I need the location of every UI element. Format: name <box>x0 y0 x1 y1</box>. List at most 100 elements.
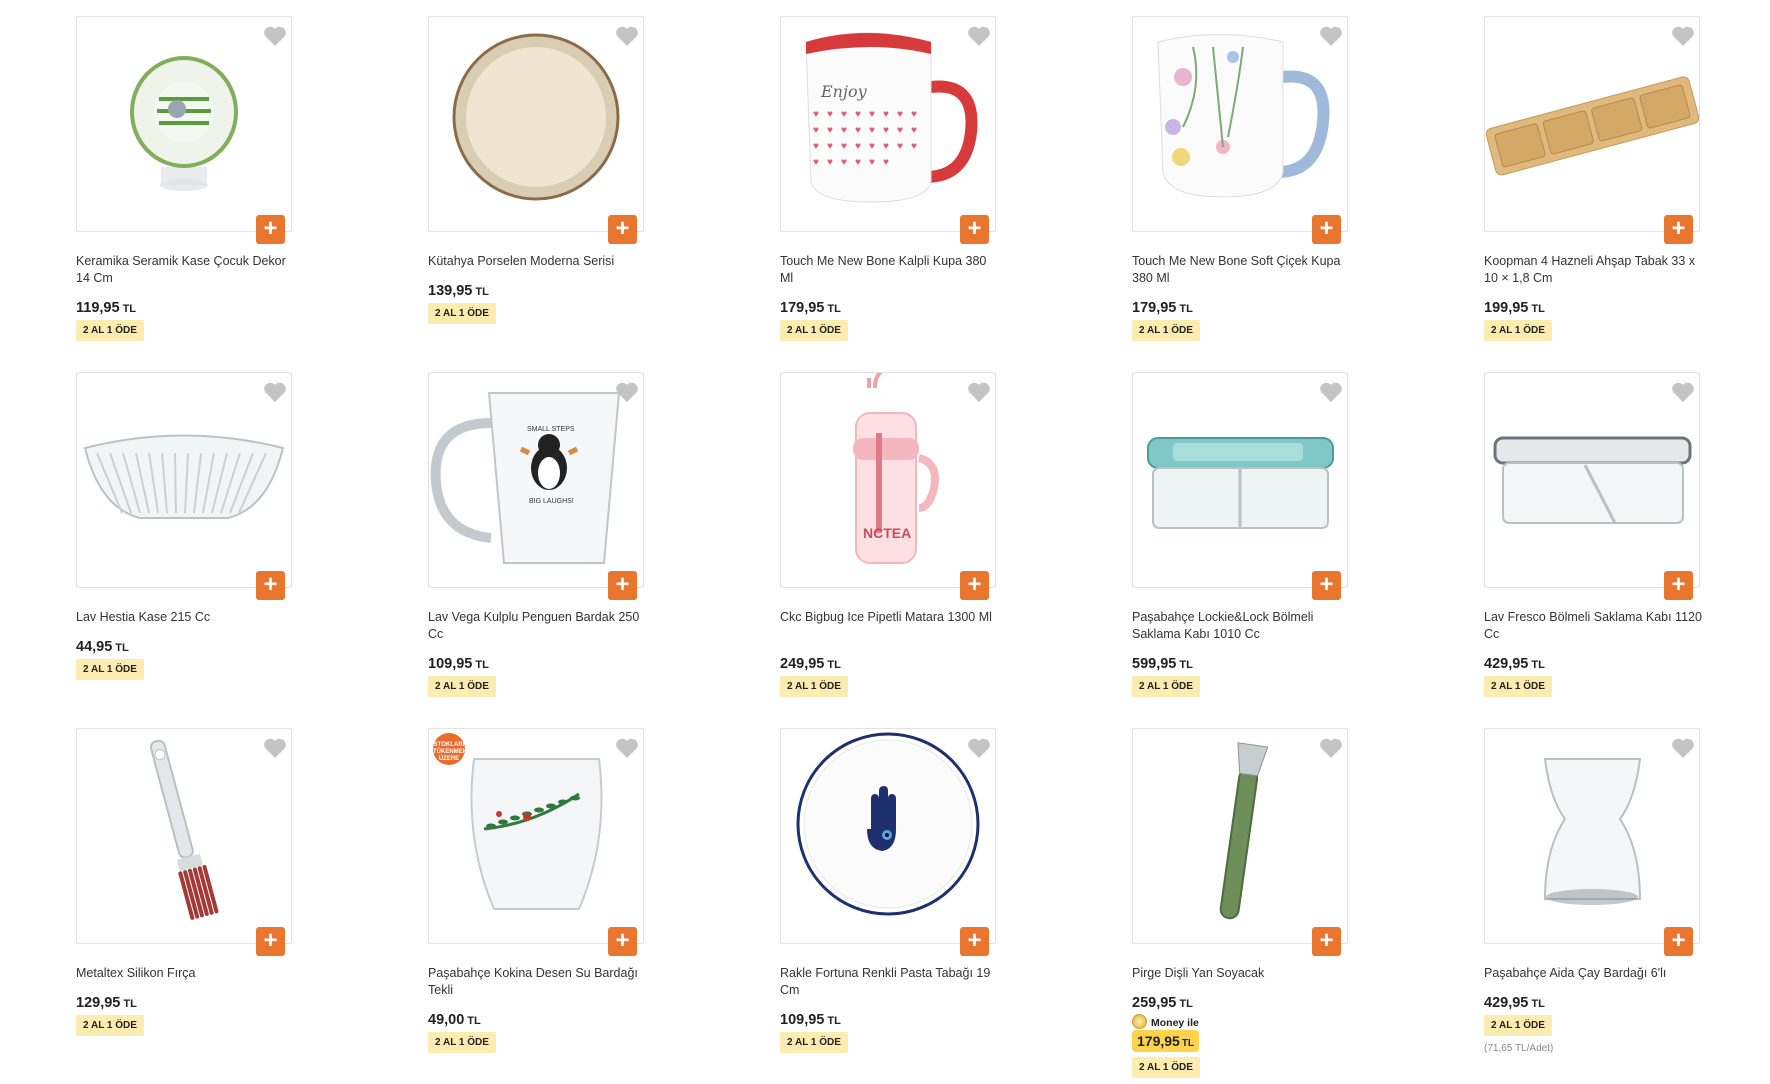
svg-text:♥: ♥ <box>827 157 833 168</box>
tea-glass-icon <box>1543 758 1642 905</box>
product-image[interactable] <box>1484 372 1700 588</box>
product-price: 109,95 TL <box>780 1012 841 1028</box>
add-to-cart-button[interactable]: + <box>256 571 285 600</box>
add-to-cart-button[interactable]: + <box>1664 571 1693 600</box>
campaign-badge: 2 AL 1 ÖDE <box>428 303 496 324</box>
campaign-badge: 2 AL 1 ÖDE <box>1484 320 1552 341</box>
svg-text:♥: ♥ <box>855 109 861 120</box>
add-to-cart-button[interactable]: + <box>608 215 637 244</box>
campaign-badge: 2 AL 1 ÖDE <box>1132 320 1200 341</box>
product-name[interactable]: Touch Me New Bone Soft Çiçek Kupa 380 Ml <box>1132 253 1352 287</box>
plate-icon <box>796 732 980 916</box>
product-price: 179,95 TL <box>1132 300 1193 316</box>
svg-text:BIG LAUGHS!: BIG LAUGHS! <box>529 498 574 505</box>
add-to-cart-button[interactable]: + <box>608 571 637 600</box>
add-to-cart-button[interactable]: + <box>1664 927 1693 956</box>
add-to-cart-button[interactable]: + <box>960 215 989 244</box>
product-name[interactable]: Keramika Seramik Kase Çocuk Dekor 14 Cm <box>76 253 296 287</box>
add-to-cart-button[interactable]: + <box>256 927 285 956</box>
svg-text:♥: ♥ <box>855 125 861 136</box>
svg-text:♥: ♥ <box>813 141 819 152</box>
svg-text:Enjoy: Enjoy <box>820 82 868 101</box>
svg-text:♥: ♥ <box>855 157 861 168</box>
product-image[interactable]: STOKLARI TÜKENMEK ÜZERE <box>428 728 644 944</box>
svg-text:♥: ♥ <box>897 125 903 136</box>
svg-text:♥: ♥ <box>911 141 917 152</box>
unit-price: (71,65 TL/Adet) <box>1484 1043 1554 1054</box>
water-glass-icon <box>470 758 603 910</box>
product-name[interactable]: Lav Hestia Kase 215 Cc <box>76 609 296 626</box>
mug-icon <box>1157 34 1330 198</box>
svg-text:♥: ♥ <box>911 109 917 120</box>
peeler-icon <box>1219 742 1269 920</box>
product-name[interactable]: Lav Vega Kulplu Penguen Bardak 250 Cc <box>428 609 648 643</box>
svg-text:♥: ♥ <box>883 157 889 168</box>
product-name[interactable]: Paşabahçe Kokina Desen Su Bardağı Tekli <box>428 965 648 999</box>
product-name[interactable]: Koopman 4 Hazneli Ahşap Tabak 33 x 10 × … <box>1484 253 1704 287</box>
product-image[interactable] <box>76 728 292 944</box>
product-price: 179,95 TL <box>780 300 841 316</box>
product-image[interactable] <box>1484 16 1700 232</box>
plate-icon <box>452 33 620 201</box>
svg-text:♥: ♥ <box>869 109 875 120</box>
product-name[interactable]: Metaltex Silikon Fırça <box>76 965 296 982</box>
glass-bowl-icon <box>83 434 285 519</box>
campaign-badge: 2 AL 1 ÖDE <box>780 320 848 341</box>
product-price: 429,95 TL <box>1484 656 1545 672</box>
product-image[interactable] <box>1484 728 1700 944</box>
product-name[interactable]: Lav Fresco Bölmeli Saklama Kabı 1120 Cc <box>1484 609 1704 643</box>
product-price: 199,95 TL <box>1484 300 1545 316</box>
product-image[interactable] <box>1132 728 1348 944</box>
product-image[interactable]: Enjoy ♥ ♥ ♥ ♥ ♥ ♥ ♥ ♥ ♥ ♥ ♥ ♥ ♥ ♥ ♥ ♥ ♥ ♥ ♥ ♥ ♥ ♥ ♥ ♥ ♥ ♥ ♥ ♥ ♥ ♥ <box>780 16 996 232</box>
campaign-badge: 2 AL 1 ÖDE <box>780 1032 848 1053</box>
svg-text:♥: ♥ <box>813 109 819 120</box>
product-name[interactable]: Touch Me New Bone Kalpli Kupa 380 Ml <box>780 253 1000 287</box>
campaign-badge: 2 AL 1 ÖDE <box>1484 676 1552 697</box>
product-image[interactable]: SMALL STEPS BIG LAUGHS! <box>428 372 644 588</box>
product-image[interactable] <box>76 372 292 588</box>
product-image[interactable]: NCTEA <box>780 372 996 588</box>
add-to-cart-button[interactable]: + <box>1312 215 1341 244</box>
product-image[interactable] <box>76 16 292 232</box>
campaign-badge: 2 AL 1 ÖDE <box>780 676 848 697</box>
campaign-badge: 2 AL 1 ÖDE <box>1484 1015 1552 1036</box>
campaign-badge: 2 AL 1 ÖDE <box>76 320 144 341</box>
glass-mug-icon: SMALL STEPS BIG LAUGHS! <box>430 392 621 564</box>
product-name[interactable]: Kütahya Porselen Moderna Serisi <box>428 253 648 270</box>
svg-text:♥: ♥ <box>883 109 889 120</box>
svg-text:♥: ♥ <box>841 141 847 152</box>
svg-text:♥: ♥ <box>813 125 819 136</box>
product-name[interactable]: Ckc Bigbug Ice Pipetli Matara 1300 Ml <box>780 609 1000 626</box>
campaign-badge: 2 AL 1 ÖDE <box>1132 1057 1200 1078</box>
svg-text:♥: ♥ <box>841 109 847 120</box>
coin-icon <box>1132 1014 1147 1029</box>
svg-text:♥: ♥ <box>841 125 847 136</box>
container-icon <box>1147 437 1334 529</box>
product-price: 139,95 TL <box>428 283 489 299</box>
svg-text:♥: ♥ <box>897 109 903 120</box>
product-name[interactable]: Paşabahçe Aida Çay Bardağı 6'lı <box>1484 965 1704 982</box>
product-image[interactable] <box>1132 372 1348 588</box>
product-image[interactable] <box>428 16 644 232</box>
product-name[interactable]: Pirge Dişli Yan Soyacak <box>1132 965 1352 982</box>
mug-icon: Enjoy ♥ ♥ ♥ ♥ ♥ ♥ ♥ ♥ ♥ ♥ ♥ ♥ ♥ ♥ ♥ ♥ ♥ ♥ ♥ ♥ ♥ ♥ ♥ ♥ ♥ ♥ ♥ ♥ ♥ ♥ <box>805 32 978 203</box>
svg-text:♥: ♥ <box>827 109 833 120</box>
product-name[interactable]: Rakle Fortuna Renkli Pasta Tabağı 19 Cm <box>780 965 1000 999</box>
add-to-cart-button[interactable]: + <box>960 571 989 600</box>
add-to-cart-button[interactable]: + <box>608 927 637 956</box>
svg-text:♥: ♥ <box>869 125 875 136</box>
add-to-cart-button[interactable]: + <box>256 215 285 244</box>
svg-text:SMALL STEPS: SMALL STEPS <box>527 426 575 433</box>
add-to-cart-button[interactable]: + <box>1664 215 1693 244</box>
product-name[interactable]: Paşabahçe Lockie&Lock Bölmeli Saklama Ka… <box>1132 609 1352 643</box>
product-image[interactable] <box>1132 16 1348 232</box>
add-to-cart-button[interactable]: + <box>1312 927 1341 956</box>
product-image[interactable] <box>780 728 996 944</box>
campaign-badge: 2 AL 1 ÖDE <box>76 659 144 680</box>
campaign-badge: 2 AL 1 ÖDE <box>428 1032 496 1053</box>
svg-text:♥: ♥ <box>883 141 889 152</box>
add-to-cart-button[interactable]: + <box>1312 571 1341 600</box>
add-to-cart-button[interactable]: + <box>960 927 989 956</box>
money-price: 179,95 TL <box>1132 1030 1200 1052</box>
bowl-icon <box>130 56 238 191</box>
